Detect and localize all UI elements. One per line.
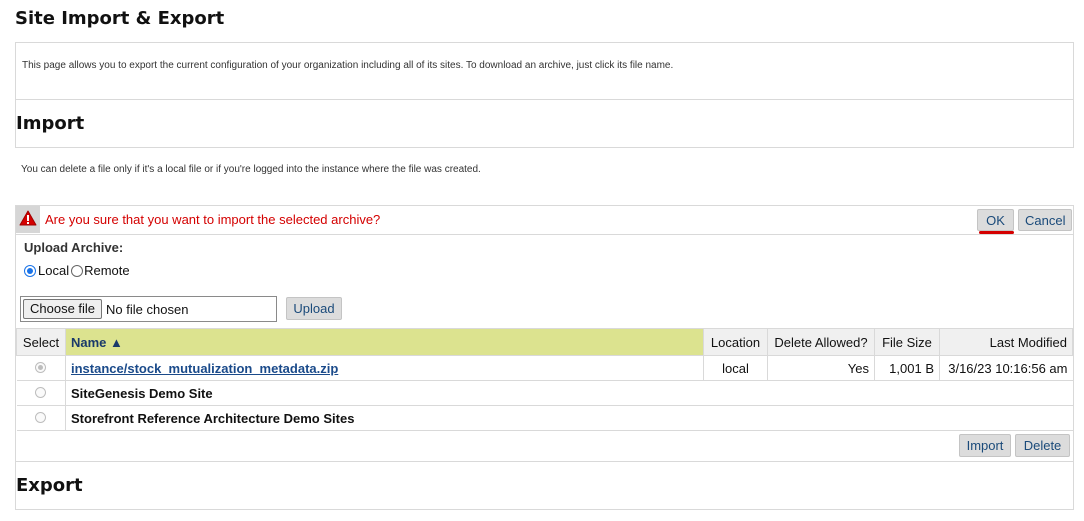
page-title: Site Import & Export xyxy=(15,8,225,29)
row-select-radio[interactable] xyxy=(35,411,47,423)
delete-button[interactable]: Delete xyxy=(1015,434,1070,457)
warning-icon-box xyxy=(16,206,40,233)
import-title: Import xyxy=(16,113,85,134)
col-last-modified: Last Modified xyxy=(939,328,1073,356)
row-select-radio[interactable] xyxy=(35,361,47,373)
table-row: Storefront Reference Architecture Demo S… xyxy=(16,405,1073,431)
import-section-header xyxy=(15,99,1074,148)
intro-box xyxy=(15,42,1074,100)
archive-file-link[interactable]: instance/stock_mutualization_metadata.zi… xyxy=(71,361,338,376)
no-file-text: No file chosen xyxy=(106,301,189,317)
upload-archive-label: Upload Archive: xyxy=(24,240,124,255)
col-name[interactable]: Name ▲ xyxy=(65,328,704,356)
archive-name: SiteGenesis Demo Site xyxy=(65,380,1073,406)
export-section-header xyxy=(15,461,1074,510)
choose-file-button[interactable]: Choose file xyxy=(23,299,103,319)
col-select: Select xyxy=(16,328,66,356)
export-title: Export xyxy=(16,475,83,496)
radio-remote[interactable] xyxy=(71,264,84,277)
archive-name: Storefront Reference Architecture Demo S… xyxy=(65,405,1073,431)
table-row: instance/stock_mutualization_metadata.zi… xyxy=(16,355,1073,381)
import-button[interactable]: Import xyxy=(959,434,1011,457)
file-input[interactable]: Choose file No file chosen xyxy=(20,296,277,322)
ok-focus-underline xyxy=(979,231,1014,234)
col-delete-allowed: Delete Allowed? xyxy=(767,328,875,356)
radio-local-label: Local xyxy=(38,263,70,278)
col-file-size: File Size xyxy=(874,328,940,356)
intro-text: This page allows you to export the curre… xyxy=(22,60,674,71)
warning-icon xyxy=(19,210,37,226)
row-select-radio[interactable] xyxy=(35,386,47,398)
confirm-message: Are you sure that you want to import the… xyxy=(45,212,381,227)
table-row: SiteGenesis Demo Site xyxy=(16,380,1073,406)
row-file-size: 1,001 B xyxy=(874,355,940,381)
radio-local[interactable] xyxy=(24,264,36,277)
col-location: Location xyxy=(703,328,768,356)
upload-source-radios: Local Remote xyxy=(24,263,130,278)
row-delete-allowed: Yes xyxy=(767,355,875,381)
upload-button[interactable]: Upload xyxy=(286,297,342,320)
cancel-button[interactable]: Cancel xyxy=(1018,209,1072,231)
row-last-modified: 3/16/23 10:16:56 am xyxy=(939,355,1073,381)
import-note: You can delete a file only if it's a loc… xyxy=(21,164,481,175)
ok-button[interactable]: OK xyxy=(977,209,1014,231)
archives-table: Select Name ▲ Location Delete Allowed? F… xyxy=(16,328,1073,431)
row-location: local xyxy=(703,355,768,381)
radio-remote-label: Remote xyxy=(84,263,130,278)
